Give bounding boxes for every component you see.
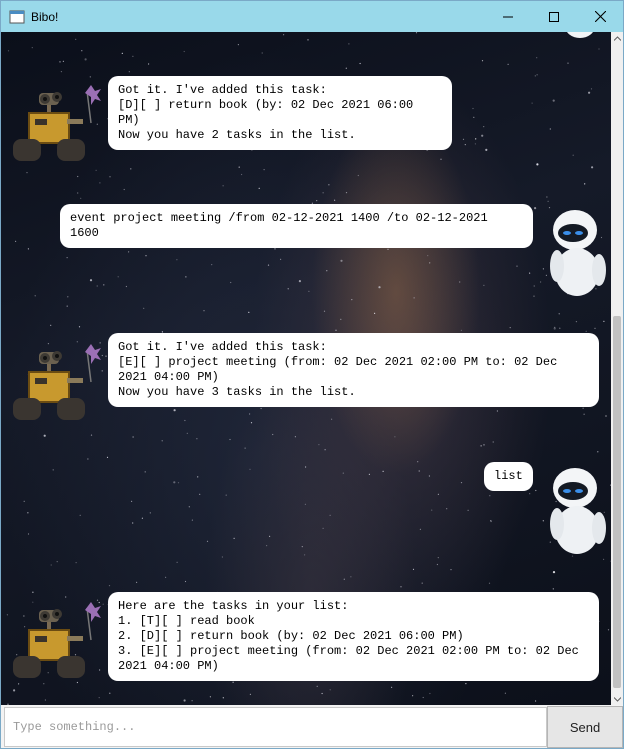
chat-scrollbar[interactable] xyxy=(611,32,623,705)
eve-avatar xyxy=(550,210,606,296)
input-bar: Send xyxy=(1,705,623,748)
message-line: event project meeting /from 02-12-2021 1… xyxy=(70,211,495,240)
message-line: 3. [E][ ] project meeting (from: 02 Dec … xyxy=(118,644,579,658)
maximize-icon xyxy=(549,11,559,22)
scroll-thumb[interactable] xyxy=(613,316,621,688)
walle-avatar xyxy=(13,344,101,420)
message-input[interactable] xyxy=(4,707,547,747)
app-icon xyxy=(9,10,25,23)
message-line: Here are the tasks in your list: xyxy=(118,599,349,613)
chevron-up-icon xyxy=(613,35,621,41)
close-button[interactable] xyxy=(577,1,623,32)
walle-avatar xyxy=(13,85,101,161)
user-message-bubble: event project meeting /from 02-12-2021 1… xyxy=(60,204,533,248)
message-line: [D][ ] return book (by: 02 Dec 2021 06:0… xyxy=(118,98,421,127)
message-line: 2021 04:00 PM) xyxy=(118,370,219,384)
title-bar[interactable]: Bibo! xyxy=(1,1,623,32)
bot-message-bubble: Here are the tasks in your list: 1. [T][… xyxy=(108,592,599,681)
minimize-icon xyxy=(503,16,513,17)
user-message-bubble: list xyxy=(484,462,533,491)
chat-area[interactable]: Got it. I've added this task: [D][ ] ret… xyxy=(1,32,611,705)
message-line: list xyxy=(494,469,523,483)
message-line: [E][ ] project meeting (from: 02 Dec 202… xyxy=(118,355,558,369)
message-line: Got it. I've added this task: xyxy=(118,83,327,97)
message-line: 2. [D][ ] return book (by: 02 Dec 2021 0… xyxy=(118,629,464,643)
chevron-down-icon xyxy=(613,696,621,702)
maximize-button[interactable] xyxy=(531,1,577,32)
send-button[interactable]: Send xyxy=(547,706,623,748)
bot-message-bubble: Got it. I've added this task: [D][ ] ret… xyxy=(108,76,452,150)
walle-avatar xyxy=(13,602,101,678)
app-window: Bibo! Got it. I've added this task: [D][… xyxy=(0,0,624,749)
scroll-up-button[interactable] xyxy=(611,32,623,44)
message-line: Got it. I've added this task: xyxy=(118,340,327,354)
message-line: 1. [T][ ] read book xyxy=(118,614,255,628)
eve-avatar-partial xyxy=(567,32,593,38)
scroll-down-button[interactable] xyxy=(611,693,623,705)
message-line: 2021 04:00 PM) xyxy=(118,659,219,673)
close-icon xyxy=(594,11,606,22)
minimize-button[interactable] xyxy=(485,1,531,32)
eve-avatar xyxy=(550,468,606,554)
bot-message-bubble: Got it. I've added this task: [E][ ] pro… xyxy=(108,333,599,407)
window-title: Bibo! xyxy=(31,9,59,24)
message-line: Now you have 3 tasks in the list. xyxy=(118,385,356,399)
message-line: Now you have 2 tasks in the list. xyxy=(118,128,356,142)
